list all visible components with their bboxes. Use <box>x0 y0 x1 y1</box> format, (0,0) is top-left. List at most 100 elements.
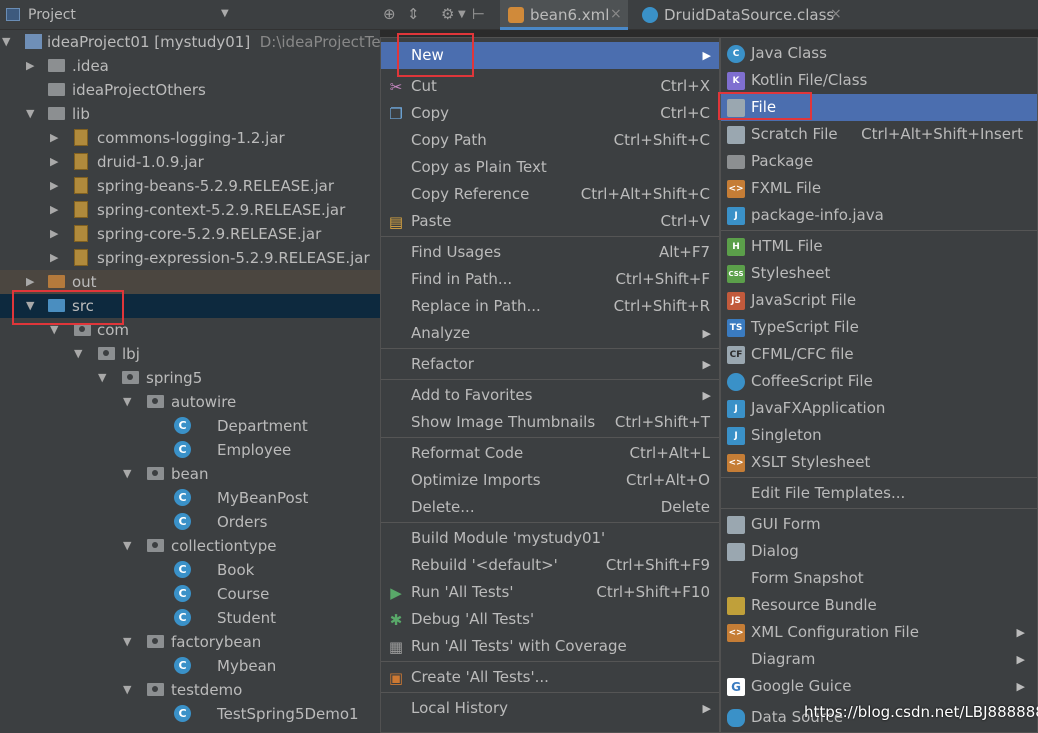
tree-item-spring5[interactable]: ▼ spring5 <box>0 366 380 390</box>
tree-item-class[interactable]: C TestSpring5Demo1 <box>0 702 380 726</box>
tree-item-class[interactable]: C Course <box>0 582 380 606</box>
collapse-arrow-icon[interactable]: ▶ <box>50 198 58 222</box>
menu-item-delete[interactable]: Delete... Delete <box>381 494 719 521</box>
menu-item-find-in-path[interactable]: Find in Path... Ctrl+Shift+F <box>381 266 719 293</box>
menu-item-paste[interactable]: ▤ Paste Ctrl+V <box>381 208 719 235</box>
collapse-arrow-icon[interactable]: ▶ <box>50 174 58 198</box>
expand-arrow-icon[interactable]: ▼ <box>98 366 106 390</box>
submenu-item-html[interactable]: H HTML File <box>721 233 1037 260</box>
project-panel-header[interactable]: Project ▼ <box>0 0 380 30</box>
tree-item-lbj[interactable]: ▼ lbj <box>0 342 380 366</box>
collapse-arrow-icon[interactable]: ▶ <box>50 150 58 174</box>
expand-arrow-icon[interactable]: ▼ <box>123 678 131 702</box>
project-tree[interactable]: ▼ ideaProject01 [mystudy01] D:\ideaProje… <box>0 30 380 733</box>
submenu-item-xml-config[interactable]: <> XML Configuration File ▶ <box>721 619 1037 646</box>
tree-item-jar[interactable]: ▶ commons-logging-1.2.jar <box>0 126 380 150</box>
expand-arrow-icon[interactable]: ▼ <box>26 102 34 126</box>
menu-item-add-to-favorites[interactable]: Add to Favorites ▶ <box>381 382 719 409</box>
tree-item-bean[interactable]: ▼ bean <box>0 462 380 486</box>
hide-panel-icon[interactable]: ⊢ <box>472 5 485 23</box>
tree-item-class[interactable]: C Student <box>0 606 380 630</box>
submenu-item-stylesheet[interactable]: CSS Stylesheet <box>721 260 1037 287</box>
tab-druiddatasource-class[interactable]: DruidDataSource.class × <box>634 0 848 30</box>
submenu-item-diagram[interactable]: Diagram ▶ <box>721 646 1037 673</box>
tree-item-jar[interactable]: ▶ spring-context-5.2.9.RELEASE.jar <box>0 198 380 222</box>
expand-arrow-icon[interactable]: ▼ <box>123 462 131 486</box>
submenu-item-package[interactable]: Package <box>721 148 1037 175</box>
tree-item-out[interactable]: ▶ out <box>0 270 380 294</box>
menu-item-copy-reference[interactable]: Copy Reference Ctrl+Alt+Shift+C <box>381 181 719 208</box>
tab-bean6-xml[interactable]: bean6.xml × <box>500 0 628 30</box>
tree-item-class[interactable]: C MyBeanPost <box>0 486 380 510</box>
menu-item-new[interactable]: New ▶ <box>381 42 719 69</box>
submenu-item-scratch-file[interactable]: Scratch File Ctrl+Alt+Shift+Insert <box>721 121 1037 148</box>
expand-arrow-icon[interactable]: ▼ <box>123 390 131 414</box>
tree-root[interactable]: ▼ ideaProject01 [mystudy01] D:\ideaProje… <box>0 30 380 54</box>
tree-item-class[interactable]: C Mybean <box>0 654 380 678</box>
expand-arrow-icon[interactable]: ▼ <box>26 294 34 318</box>
tree-item-idea[interactable]: ▶ .idea <box>0 54 380 78</box>
submenu-item-cfml[interactable]: CF CFML/CFC file <box>721 341 1037 368</box>
collapse-arrow-icon[interactable]: ▶ <box>50 246 58 270</box>
tree-item-class[interactable]: C Employee <box>0 438 380 462</box>
submenu-item-typescript[interactable]: TS TypeScript File <box>721 314 1037 341</box>
gear-dropdown-icon[interactable]: ▼ <box>458 9 466 20</box>
submenu-item-google-guice[interactable]: G Google Guice ▶ <box>721 673 1037 700</box>
menu-item-debug-all-tests[interactable]: ✱ Debug 'All Tests' <box>381 606 719 633</box>
collapse-arrow-icon[interactable]: ▶ <box>50 126 58 150</box>
menu-item-rebuild[interactable]: Rebuild '<default>' Ctrl+Shift+F9 <box>381 552 719 579</box>
expand-arrow-icon[interactable]: ▼ <box>74 342 82 366</box>
tree-item-jar[interactable]: ▶ druid-1.0.9.jar <box>0 150 380 174</box>
submenu-item-fxml[interactable]: <> FXML File <box>721 175 1037 202</box>
submenu-item-package-info[interactable]: J package-info.java <box>721 202 1037 229</box>
menu-item-local-history[interactable]: Local History ▶ <box>381 695 719 722</box>
chevron-down-icon[interactable]: ▼ <box>221 8 229 19</box>
tree-item-src[interactable]: ▼ src <box>0 294 380 318</box>
menu-item-copy-path[interactable]: Copy Path Ctrl+Shift+C <box>381 127 719 154</box>
submenu-item-file[interactable]: File <box>721 94 1037 121</box>
menu-item-copy[interactable]: ❐ Copy Ctrl+C <box>381 100 719 127</box>
submenu-item-javafx[interactable]: J JavaFXApplication <box>721 395 1037 422</box>
menu-item-build-module[interactable]: Build Module 'mystudy01' <box>381 525 719 552</box>
menu-item-analyze[interactable]: Analyze ▶ <box>381 320 719 347</box>
submenu-item-gui-form[interactable]: GUI Form <box>721 511 1037 538</box>
menu-item-show-image-thumbnails[interactable]: Show Image Thumbnails Ctrl+Shift+T <box>381 409 719 436</box>
collapse-arrow-icon[interactable]: ▶ <box>26 270 34 294</box>
submenu-item-form-snapshot[interactable]: Form Snapshot <box>721 565 1037 592</box>
submenu-item-kotlin[interactable]: K Kotlin File/Class <box>721 67 1037 94</box>
tree-item-class[interactable]: C Orders <box>0 510 380 534</box>
menu-item-replace-in-path[interactable]: Replace in Path... Ctrl+Shift+R <box>381 293 719 320</box>
collapse-arrow-icon[interactable]: ▶ <box>50 222 58 246</box>
gear-icon[interactable]: ⚙ <box>441 5 454 23</box>
submenu-item-edit-file-templates[interactable]: Edit File Templates... <box>721 480 1037 507</box>
submenu-item-resource-bundle[interactable]: Resource Bundle <box>721 592 1037 619</box>
expand-arrow-icon[interactable]: ▼ <box>50 318 58 342</box>
submenu-item-xslt[interactable]: <> XSLT Stylesheet <box>721 449 1037 476</box>
menu-item-run-with-coverage[interactable]: ▦ Run 'All Tests' with Coverage <box>381 633 719 660</box>
menu-item-cut[interactable]: ✂ Cut Ctrl+X <box>381 73 719 100</box>
tree-item-testdemo[interactable]: ▼ testdemo <box>0 678 380 702</box>
collapse-all-icon[interactable]: ⇕ <box>407 5 420 23</box>
close-icon[interactable]: × <box>610 6 622 22</box>
menu-item-find-usages[interactable]: Find Usages Alt+F7 <box>381 239 719 266</box>
tree-item-class[interactable]: C Book <box>0 558 380 582</box>
tree-item-jar[interactable]: ▶ spring-expression-5.2.9.RELEASE.jar <box>0 246 380 270</box>
tree-item-com[interactable]: ▼ com <box>0 318 380 342</box>
menu-item-reformat-code[interactable]: Reformat Code Ctrl+Alt+L <box>381 440 719 467</box>
tree-item-autowire[interactable]: ▼ autowire <box>0 390 380 414</box>
submenu-item-java-class[interactable]: C Java Class <box>721 40 1037 67</box>
tree-item-lib[interactable]: ▼ lib <box>0 102 380 126</box>
locate-icon[interactable]: ⊕ <box>383 5 396 23</box>
expand-arrow-icon[interactable]: ▼ <box>123 534 131 558</box>
tree-item-ideaprojectothers[interactable]: ideaProjectOthers <box>0 78 380 102</box>
expand-arrow-icon[interactable]: ▼ <box>2 30 10 54</box>
collapse-arrow-icon[interactable]: ▶ <box>26 54 34 78</box>
menu-item-optimize-imports[interactable]: Optimize Imports Ctrl+Alt+O <box>381 467 719 494</box>
expand-arrow-icon[interactable]: ▼ <box>123 630 131 654</box>
tree-item-factorybean[interactable]: ▼ factorybean <box>0 630 380 654</box>
menu-item-copy-plain-text[interactable]: Copy as Plain Text <box>381 154 719 181</box>
tree-item-collectiontype[interactable]: ▼ collectiontype <box>0 534 380 558</box>
submenu-item-singleton[interactable]: J Singleton <box>721 422 1037 449</box>
menu-item-create-all-tests[interactable]: ▣ Create 'All Tests'... <box>381 664 719 691</box>
submenu-item-javascript[interactable]: JS JavaScript File <box>721 287 1037 314</box>
